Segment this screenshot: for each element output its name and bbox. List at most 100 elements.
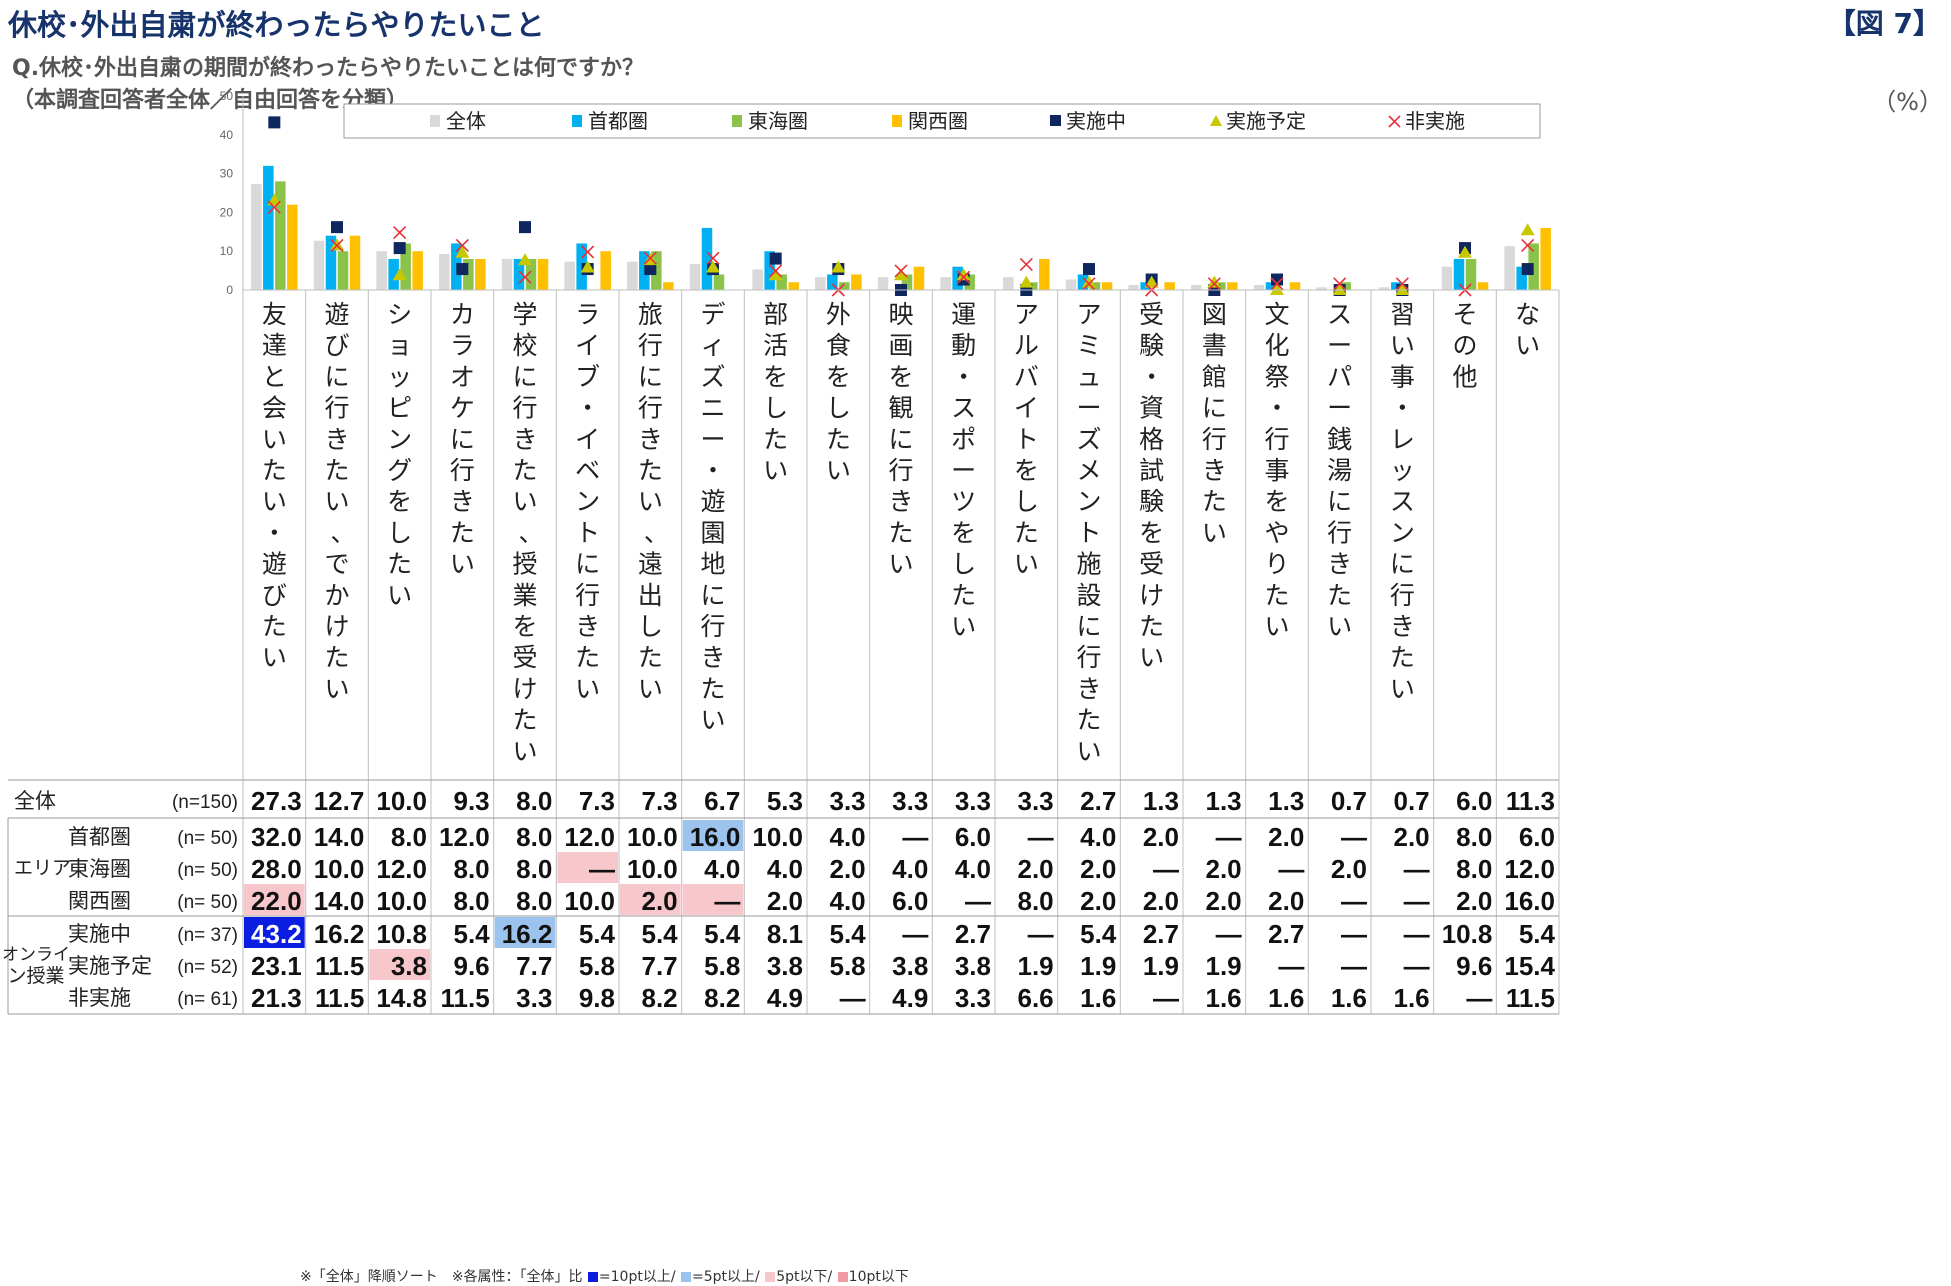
chart: 01020304050全体 首都圏 東海圏 関西圏 実施中 実施予定 非実施友達と会いたい・…: [2, 89, 1560, 1015]
table-cell: 3.3: [955, 983, 991, 1013]
table-cell: —: [1404, 854, 1430, 884]
category-label-char: 行: [888, 457, 913, 485]
table-cell: 1.6: [1394, 983, 1430, 1013]
table-cell: 1.3: [1143, 786, 1179, 816]
table-cell: 3.3: [955, 786, 991, 816]
table-cell: 2.0: [1268, 886, 1304, 916]
table-cell: 11.5: [1506, 983, 1555, 1013]
category-label-char: に: [1076, 613, 1101, 641]
category-label-char: パ: [1327, 363, 1352, 391]
category-label-char: 外: [826, 301, 851, 329]
bar: [701, 227, 713, 290]
category-label-char: び: [324, 332, 349, 360]
marker-triangle: [1520, 223, 1535, 236]
bar: [851, 274, 862, 290]
table-cell: 4.9: [767, 983, 803, 1013]
table-cell: 5.4: [454, 919, 491, 949]
y-tick-label: 50: [220, 89, 234, 103]
category-label-char: ン: [387, 426, 412, 454]
category-label-char: 学: [512, 301, 537, 329]
category-label-char: 事: [1264, 457, 1289, 485]
row-n: (n= 50): [177, 828, 238, 849]
category-label-char: ズ: [700, 363, 725, 391]
table-cell: 10.0: [314, 854, 365, 884]
marker-square: [769, 252, 782, 265]
category-label-char: い: [262, 644, 287, 672]
table-cell: 22.0: [251, 886, 302, 916]
y-tick-label: 30: [220, 167, 234, 181]
category-label-char: け: [512, 675, 537, 703]
swatch-minus5: [765, 1272, 776, 1282]
bar: [877, 277, 889, 290]
marker-cross: [1019, 257, 1033, 271]
category-label-char: ト: [575, 519, 600, 547]
category-label-char: 、: [644, 519, 669, 547]
category-label-char: ン: [575, 488, 600, 516]
category-label-char: い: [1390, 675, 1415, 703]
table-cell: —: [902, 822, 928, 852]
category-label-char: ッ: [387, 363, 412, 391]
table-cell: 4.0: [830, 822, 866, 852]
bar: [251, 184, 262, 290]
category-label-char: い: [638, 488, 663, 516]
swatch-plus5: [681, 1272, 692, 1282]
category-label-char: ッ: [1390, 457, 1415, 485]
legend-label: 首都圏: [588, 110, 648, 133]
category-label-char: ズ: [1076, 426, 1101, 454]
table-cell: 8.0: [1018, 886, 1054, 916]
category-label-char: ・: [1139, 363, 1164, 391]
category-label-char: 、: [518, 519, 543, 547]
category-label-char: た: [1327, 582, 1352, 610]
category-label-char: オ: [450, 363, 475, 391]
legend-label: 実施中: [1066, 110, 1126, 133]
table-cell: 8.0: [1456, 822, 1492, 852]
category-label-char: ョ: [387, 332, 412, 360]
marker-cross: [393, 226, 407, 240]
category-label-char: に: [700, 582, 725, 610]
table-cell: —: [1341, 919, 1367, 949]
row-label: 関西圏: [68, 890, 131, 913]
marker-square: [1083, 263, 1095, 276]
row-label: 首都圏: [68, 826, 131, 849]
table-cell: 2.0: [1394, 822, 1430, 852]
category-label-char: を: [1264, 488, 1289, 516]
category-label-char: 遊: [324, 301, 349, 329]
category-label-char: 遊: [262, 551, 287, 579]
category-label-char: き: [575, 613, 600, 641]
group-label-area: エリア: [14, 858, 71, 879]
bar: [376, 251, 387, 290]
table-cell: 2.7: [1080, 786, 1116, 816]
table-cell: 10.0: [627, 854, 678, 884]
bar: [752, 269, 763, 290]
category-label-char: 行: [1076, 644, 1101, 672]
category-label-char: た: [262, 613, 287, 641]
category-label-char: 食: [826, 332, 851, 360]
table-cell: 16.2: [502, 919, 553, 949]
category-label-char: い: [387, 582, 412, 610]
table-cell: 5.4: [1519, 919, 1556, 949]
bar: [1003, 277, 1014, 290]
category-label-char: 行: [512, 395, 537, 423]
category-label-char: 行: [1390, 582, 1415, 610]
category-label-char: き: [888, 488, 913, 516]
table-cell: 6.7: [704, 786, 740, 816]
category-label-char: ラ: [575, 301, 600, 329]
category-label-char: を: [512, 613, 537, 641]
category-label-char: 業: [512, 582, 537, 610]
category-label-char: を: [951, 519, 976, 547]
category-label-char: き: [1327, 551, 1352, 579]
bar: [600, 251, 611, 290]
category-label-char: 観: [888, 395, 913, 423]
table-cell: —: [714, 886, 740, 916]
category-label-char: 銭: [1327, 426, 1352, 454]
table-cell: —: [1341, 886, 1367, 916]
category-label-char: 験: [1139, 488, 1164, 516]
bar: [475, 258, 486, 290]
table-cell: 2.0: [1268, 822, 1304, 852]
table-cell: 10.0: [752, 822, 803, 852]
category-label-char: ・: [951, 363, 976, 391]
category-label-char: た: [638, 457, 663, 485]
table-cell: 6.6: [1018, 983, 1054, 1013]
table-cell: 10.0: [627, 822, 678, 852]
category-label-char: た: [324, 644, 349, 672]
